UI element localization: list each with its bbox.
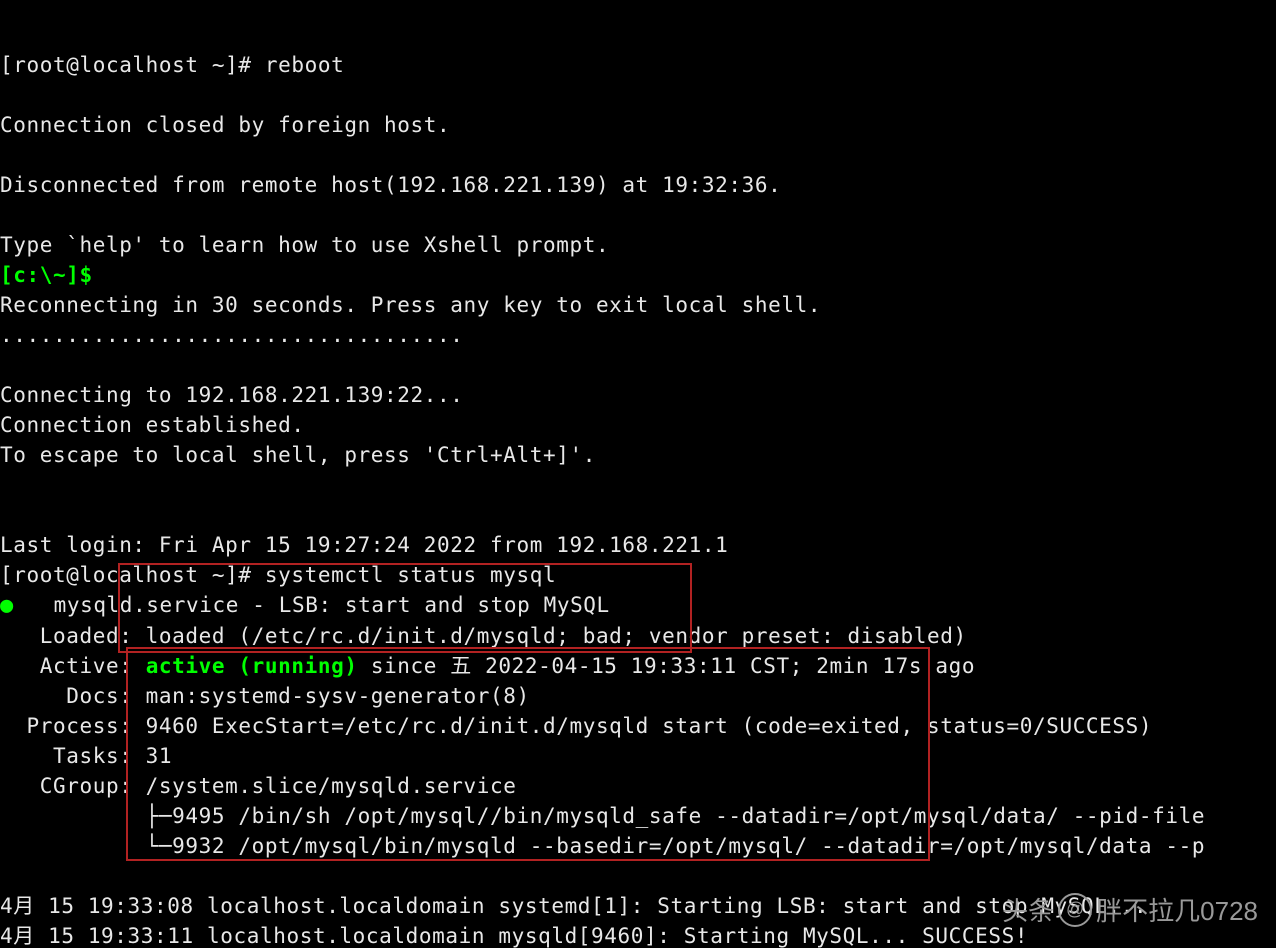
output-line: Tasks: 31 <box>0 744 172 768</box>
output-line: ├─9495 /bin/sh /opt/mysql//bin/mysqld_sa… <box>0 804 1205 828</box>
output-line: └─9932 /opt/mysql/bin/mysqld --basedir=/… <box>0 834 1205 858</box>
output-line: Type `help' to learn how to use Xshell p… <box>0 233 609 257</box>
output-line: Disconnected from remote host(192.168.22… <box>0 173 781 197</box>
output-line: 4月 15 19:33:08 localhost.localdomain sys… <box>0 894 1147 918</box>
command: systemctl status mysql <box>265 563 556 587</box>
output-line: Connection established. <box>0 413 305 437</box>
command: reboot <box>265 53 344 77</box>
active-status: active (running) <box>146 654 358 678</box>
output-line: Loaded: loaded (/etc/rc.d/init.d/mysqld;… <box>0 624 967 648</box>
output-line: Process: 9460 ExecStart=/etc/rc.d/init.d… <box>0 714 1152 738</box>
watermark-user: 胖不拉几0728 <box>1096 891 1258 928</box>
output-line: Reconnecting in 30 seconds. Press any ke… <box>0 293 821 317</box>
terminal-output[interactable]: [root@localhost ~]# reboot Connection cl… <box>0 0 1276 948</box>
prompt: [root@localhost ~]# <box>0 563 265 587</box>
prompt: [root@localhost ~]# <box>0 53 265 77</box>
status-bullet-icon: ● <box>0 593 14 618</box>
output-line: since 五 2022-04-15 19:33:11 CST; 2min 17… <box>358 654 976 678</box>
output-line: mysqld.service - LSB: start and stop MyS… <box>14 593 610 617</box>
output-line: Last login: Fri Apr 15 19:27:24 2022 fro… <box>0 533 728 557</box>
output-line: ................................... <box>0 323 464 347</box>
output-line: Connection closed by foreign host. <box>0 113 450 137</box>
output-line: Connecting to 192.168.221.139:22... <box>0 383 464 407</box>
output-line: CGroup: /system.slice/mysqld.service <box>0 774 516 798</box>
watermark-brand: 头条 <box>1002 891 1054 928</box>
output-line: To escape to local shell, press 'Ctrl+Al… <box>0 443 596 467</box>
watermark-at-icon: @ <box>1058 893 1092 927</box>
output-line: 4月 15 19:33:11 localhost.localdomain mys… <box>0 924 1028 948</box>
watermark: 头条 @ 胖不拉几0728 <box>1002 891 1258 928</box>
local-prompt: [c:\~]$ <box>0 263 93 287</box>
output-line: Docs: man:systemd-sysv-generator(8) <box>0 684 530 708</box>
output-line: Active: <box>0 654 146 678</box>
